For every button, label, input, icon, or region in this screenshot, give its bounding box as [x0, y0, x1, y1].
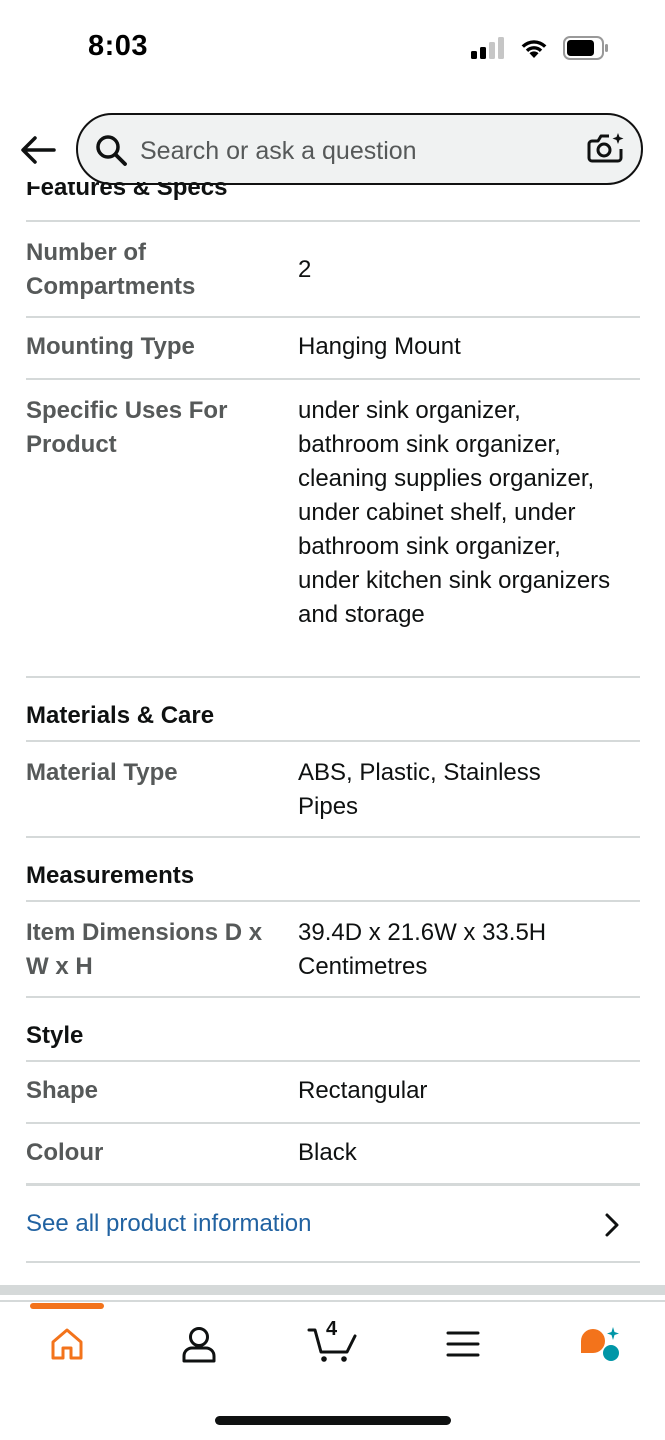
battery-icon — [563, 36, 608, 60]
spec-value: ABS, Plastic, Stainless Pipes — [298, 759, 541, 820]
nav-account[interactable] — [174, 1322, 224, 1366]
back-button[interactable] — [18, 132, 58, 168]
chevron-right-icon — [605, 1213, 619, 1237]
spec-row: Shape Rectangular — [26, 1060, 640, 1122]
active-tab-indicator — [30, 1303, 104, 1309]
spec-value: Black — [298, 1139, 357, 1166]
spec-value: 39.4D x 21.6W x 33.5H Centimetres — [298, 919, 547, 980]
wifi-icon — [521, 40, 547, 58]
section-title-measurements: Measurements — [26, 862, 195, 889]
status-icons — [471, 36, 609, 60]
nav-rufus[interactable] — [574, 1322, 624, 1366]
section-title-features: Features & Specs — [26, 182, 228, 201]
spec-label: Colour — [26, 1139, 104, 1166]
search-header: Search or ask a question — [0, 110, 665, 190]
section-title-materials: Materials & Care — [26, 702, 215, 729]
spec-value: under sink organizer, bathroom sink orga… — [298, 397, 611, 628]
search-input[interactable]: Search or ask a question — [76, 113, 643, 185]
spec-row: Material Type ABS, Plastic, Stainless Pi… — [26, 740, 640, 836]
spec-row: Mounting Type Hanging Mount — [26, 316, 640, 378]
status-time: 8:03 — [88, 30, 149, 62]
spec-row: Item Dimensions D x W x H 39.4D x 21.6W … — [26, 900, 640, 996]
menu-icon — [446, 1331, 480, 1357]
spec-value: Rectangular — [298, 1077, 428, 1104]
spec-value: Hanging Mount — [298, 333, 461, 360]
spec-label: Number of Compartments — [26, 239, 196, 300]
search-placeholder: Search or ask a question — [140, 137, 417, 165]
spec-label: Material Type — [26, 759, 178, 786]
nav-menu[interactable] — [438, 1322, 488, 1366]
section-header: Style — [26, 996, 640, 1060]
section-header: Measurements — [26, 836, 640, 900]
see-all-label: See all product information — [26, 1210, 312, 1237]
nav-home[interactable] — [42, 1322, 92, 1366]
status-bar: 8:03 — [0, 0, 665, 100]
spec-row: Specific Uses For Product under sink org… — [26, 378, 640, 676]
rufus-icon — [581, 1327, 619, 1361]
camera-icon[interactable] — [587, 131, 625, 167]
spec-row: Number of Compartments 2 — [26, 220, 640, 316]
account-icon — [182, 1327, 216, 1363]
see-all-product-info-link[interactable]: See all product information — [26, 1183, 640, 1263]
cart-count-badge: 4 — [326, 1318, 338, 1340]
search-icon — [96, 135, 127, 166]
back-arrow-icon — [21, 136, 56, 164]
spec-label: Mounting Type — [26, 333, 195, 360]
spec-label: Specific Uses For Product — [26, 397, 228, 458]
home-indicator — [215, 1416, 451, 1425]
signal-icon — [471, 37, 504, 59]
section-header: Materials & Care — [26, 676, 640, 740]
spec-value: 2 — [298, 256, 312, 283]
spec-label: Shape — [26, 1077, 99, 1104]
home-icon — [51, 1328, 83, 1360]
section-title-style: Style — [26, 1022, 84, 1049]
spec-label: Item Dimensions D x W x H — [26, 919, 263, 980]
nav-separator — [0, 1285, 665, 1295]
spec-row: Colour Black — [26, 1122, 640, 1184]
